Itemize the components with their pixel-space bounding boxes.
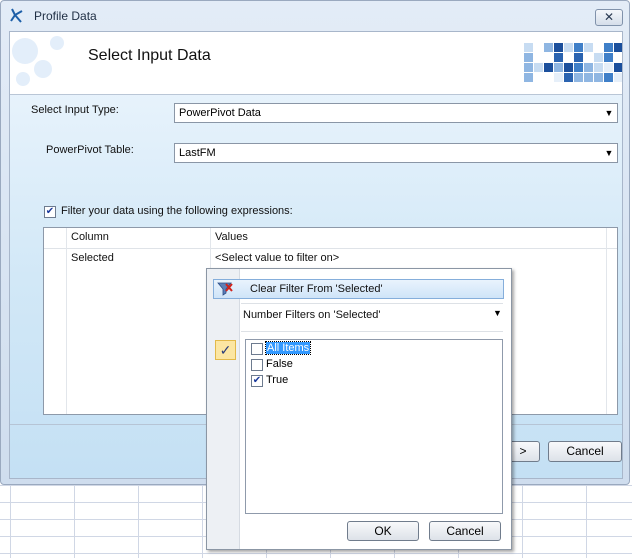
dropdown-arrow-icon[interactable]: ▼ bbox=[602, 105, 616, 121]
decorative-bubble bbox=[34, 60, 52, 78]
list-item-all-items[interactable]: All Items bbox=[246, 341, 502, 357]
list-item-false[interactable]: False bbox=[246, 357, 502, 373]
row-column-cell: Selected bbox=[71, 252, 114, 264]
close-button[interactable]: ✕ bbox=[595, 9, 623, 26]
logo-tile bbox=[584, 63, 593, 72]
popup-separator bbox=[241, 331, 503, 332]
input-type-select[interactable]: PowerPivot Data ▼ bbox=[174, 103, 618, 123]
app-icon bbox=[9, 8, 25, 24]
logo-tile bbox=[564, 43, 573, 52]
logo-tile bbox=[594, 63, 603, 72]
logo-tile bbox=[604, 73, 613, 82]
logo-tile bbox=[594, 73, 603, 82]
filter-popup: Clear Filter From 'Selected' Number Filt… bbox=[206, 268, 512, 550]
logo-tile bbox=[554, 43, 563, 52]
all-items-label: All Items bbox=[264, 341, 312, 355]
table-select[interactable]: LastFM ▼ bbox=[174, 143, 618, 163]
dropdown-arrow-icon[interactable]: ▼ bbox=[602, 145, 616, 161]
logo-tile bbox=[614, 63, 622, 72]
all-items-checkbox[interactable] bbox=[251, 343, 263, 355]
input-type-label: Select Input Type: bbox=[31, 104, 119, 116]
clear-filter-item[interactable]: Clear Filter From 'Selected' bbox=[213, 279, 504, 299]
row-values-cell[interactable]: <Select value to filter on> bbox=[215, 252, 339, 264]
logo-mosaic bbox=[524, 43, 622, 85]
logo-tile bbox=[604, 53, 613, 62]
number-filters-label: Number Filters on 'Selected' bbox=[243, 309, 381, 321]
values-header: Values bbox=[215, 231, 248, 243]
logo-tile bbox=[604, 63, 613, 72]
logo-tile bbox=[614, 43, 622, 52]
popup-cancel-button[interactable]: Cancel bbox=[429, 521, 501, 541]
logo-tile bbox=[544, 43, 553, 52]
logo-tile bbox=[564, 73, 573, 82]
table-label: PowerPivot Table: bbox=[46, 144, 134, 156]
logo-tile bbox=[524, 73, 533, 82]
filter-checkbox[interactable]: ✔ bbox=[44, 206, 56, 218]
logo-tile bbox=[554, 63, 563, 72]
logo-tile bbox=[564, 63, 573, 72]
decorative-bubble bbox=[12, 38, 38, 64]
number-filters-item[interactable]: Number Filters on 'Selected' ▼ bbox=[241, 306, 505, 326]
clear-filter-icon bbox=[217, 282, 233, 299]
false-checkbox[interactable] bbox=[251, 359, 263, 371]
input-type-value: PowerPivot Data bbox=[179, 107, 261, 119]
logo-tile bbox=[604, 43, 613, 52]
popup-gutter bbox=[207, 269, 240, 549]
true-checkbox[interactable]: ✔ bbox=[251, 375, 263, 387]
logo-tile bbox=[524, 43, 533, 52]
list-item-true[interactable]: ✔ True bbox=[246, 373, 502, 389]
logo-tile bbox=[614, 73, 622, 82]
logo-tile bbox=[584, 43, 593, 52]
true-label: True bbox=[266, 374, 289, 386]
checkmark-icon: ✓ bbox=[215, 340, 236, 360]
logo-tile bbox=[594, 53, 603, 62]
logo-tile bbox=[554, 73, 563, 82]
cancel-button[interactable]: Cancel bbox=[548, 441, 622, 462]
page-title: Select Input Data bbox=[88, 47, 211, 64]
table-value: LastFM bbox=[179, 147, 216, 159]
column-header: Column bbox=[71, 231, 109, 243]
logo-tile bbox=[574, 43, 583, 52]
logo-tile bbox=[554, 53, 563, 62]
logo-tile bbox=[574, 63, 583, 72]
popup-separator bbox=[241, 303, 503, 304]
header-band: Select Input Data bbox=[10, 32, 622, 95]
logo-tile bbox=[574, 53, 583, 62]
window-title: Profile Data bbox=[34, 9, 97, 23]
clear-filter-label: Clear Filter From 'Selected' bbox=[250, 283, 383, 295]
decorative-bubble bbox=[50, 36, 64, 50]
table-row[interactable]: Selected <Select value to filter on> bbox=[44, 249, 617, 269]
false-label: False bbox=[266, 358, 293, 370]
logo-tile bbox=[574, 73, 583, 82]
logo-tile bbox=[584, 73, 593, 82]
logo-tile bbox=[524, 53, 533, 62]
logo-tile bbox=[524, 63, 533, 72]
logo-tile bbox=[544, 63, 553, 72]
decorative-bubble bbox=[16, 72, 30, 86]
filter-label: Filter your data using the following exp… bbox=[61, 205, 293, 217]
submenu-arrow-icon: ▼ bbox=[493, 308, 502, 318]
grid-header: Column Values bbox=[44, 228, 617, 249]
title-bar: Profile Data ✕ bbox=[1, 1, 631, 31]
value-checklist: All Items False ✔ True bbox=[245, 339, 503, 514]
ok-button[interactable]: OK bbox=[347, 521, 419, 541]
logo-tile bbox=[534, 63, 543, 72]
